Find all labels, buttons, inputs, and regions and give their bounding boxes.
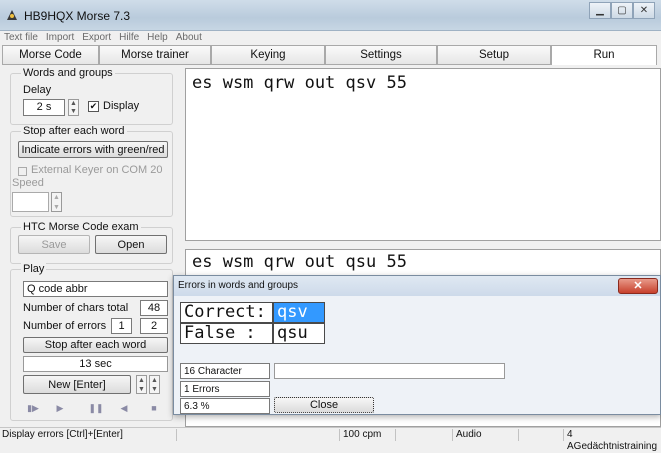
- status-mode: 4 AGedächtnistraining: [567, 429, 658, 452]
- status-divider: [395, 429, 396, 441]
- status-divider: [518, 429, 519, 441]
- menu-help[interactable]: Help: [147, 31, 168, 44]
- tab-morse-trainer[interactable]: Morse trainer: [99, 45, 211, 65]
- words-groups-legend: Words and groups: [21, 67, 115, 79]
- error-percent: 6.3 %: [180, 398, 270, 414]
- expected-text: es wsm qrw out qsv 55: [192, 73, 407, 93]
- status-divider: [176, 429, 177, 441]
- menu-hilfe[interactable]: Hilfe: [119, 31, 139, 44]
- dialog-close-button[interactable]: Close: [274, 397, 374, 413]
- speed-spinner[interactable]: ▲ ▼: [51, 192, 62, 212]
- htc-exam-legend: HTC Morse Code exam: [21, 221, 141, 233]
- speed-field[interactable]: [12, 192, 49, 212]
- status-divider: [452, 429, 453, 441]
- window-controls: ▁ ▢ ✕: [589, 2, 655, 21]
- stop-after-word-button[interactable]: Stop after each word: [23, 337, 168, 353]
- status-divider: [563, 429, 564, 441]
- tab-bar: Morse Code Morse trainer Keying Settings…: [2, 45, 661, 66]
- chars-total-label: Number of chars total: [23, 302, 129, 314]
- external-keyer-label: External Keyer on COM 20: [31, 164, 163, 176]
- character-count: 16 Character: [180, 363, 270, 379]
- error-count: 1 Errors: [180, 381, 270, 397]
- errors-label: Number of errors: [23, 320, 107, 332]
- correct-value[interactable]: qsv: [273, 302, 325, 323]
- title-bar: HB9HQX Morse 7.3 ▁ ▢ ✕: [0, 0, 661, 31]
- indicate-errors-button[interactable]: Indicate errors with green/red: [18, 141, 168, 158]
- expected-text-area[interactable]: es wsm qrw out qsv 55: [185, 68, 661, 241]
- errors-dialog-title: Errors in words and groups: [174, 276, 660, 296]
- menu-text-file[interactable]: Text file: [4, 31, 38, 44]
- speed-label: Speed: [12, 177, 44, 189]
- menu-export[interactable]: Export: [82, 31, 111, 44]
- tab-settings[interactable]: Settings: [325, 45, 437, 65]
- errors-value-1: 1: [111, 318, 132, 334]
- display-checkbox[interactable]: ✔: [88, 101, 99, 112]
- window-title: HB9HQX Morse 7.3: [24, 9, 131, 23]
- pause-icon[interactable]: ❚❚: [86, 400, 106, 416]
- stop-icon[interactable]: ■: [144, 400, 164, 416]
- delay-spinner[interactable]: ▲ ▼: [68, 99, 79, 116]
- save-button[interactable]: Save: [18, 235, 90, 254]
- maximize-icon[interactable]: ▢: [611, 2, 633, 19]
- minimize-icon[interactable]: ▁: [589, 2, 611, 19]
- false-value[interactable]: qsu: [273, 323, 325, 344]
- play-icon[interactable]: ▶: [50, 400, 70, 416]
- dialog-close-icon[interactable]: ✕: [618, 278, 658, 294]
- expected-scrollbar[interactable]: [652, 69, 660, 240]
- typed-text: es wsm qrw out qsu 55: [192, 252, 407, 272]
- new-spinner-left[interactable]: ▲ ▼: [136, 375, 147, 394]
- new-button[interactable]: New [Enter]: [23, 375, 131, 394]
- errors-dialog: Errors in words and groups ✕ Correct: qs…: [173, 275, 661, 415]
- display-label: Display: [103, 100, 140, 112]
- delay-label: Delay: [23, 84, 52, 96]
- close-icon[interactable]: ✕: [633, 2, 655, 19]
- status-bar: Display errors [Ctrl]+[Enter] 100 cpm Au…: [0, 427, 661, 452]
- false-label: False :: [180, 323, 273, 344]
- characters-bar: [274, 363, 505, 379]
- status-audio: Audio: [456, 429, 482, 440]
- status-divider: [339, 429, 340, 441]
- stop-after-word-legend: Stop after each word: [21, 125, 127, 137]
- delay-field[interactable]: 2 s: [23, 99, 65, 116]
- app-logo-icon: [6, 9, 18, 21]
- external-keyer-checkbox[interactable]: [18, 167, 27, 176]
- errors-value-2: 2: [140, 318, 168, 334]
- tab-keying[interactable]: Keying: [211, 45, 325, 65]
- tab-run[interactable]: Run: [551, 45, 657, 65]
- tab-morse-code[interactable]: Morse Code: [2, 45, 99, 65]
- menu-bar: Text file Import Export Hilfe Help About: [0, 31, 661, 44]
- step-back-icon[interactable]: ◀: [114, 400, 134, 416]
- tab-setup[interactable]: Setup: [437, 45, 551, 65]
- status-hint: Display errors [Ctrl]+[Enter]: [2, 429, 123, 440]
- play-mode-field[interactable]: Q code abbr: [23, 281, 168, 297]
- play-legend: Play: [21, 263, 47, 275]
- open-button[interactable]: Open: [95, 235, 167, 254]
- play-start-icon[interactable]: ▮▶: [23, 400, 43, 416]
- new-spinner-right[interactable]: ▲ ▼: [149, 375, 160, 394]
- status-speed: 100 cpm: [343, 429, 382, 440]
- chars-total-value: 48: [140, 300, 168, 316]
- elapsed-time: 13 sec: [23, 356, 168, 372]
- correct-label: Correct:: [180, 302, 273, 323]
- menu-import[interactable]: Import: [46, 31, 74, 44]
- menu-about[interactable]: About: [176, 31, 202, 44]
